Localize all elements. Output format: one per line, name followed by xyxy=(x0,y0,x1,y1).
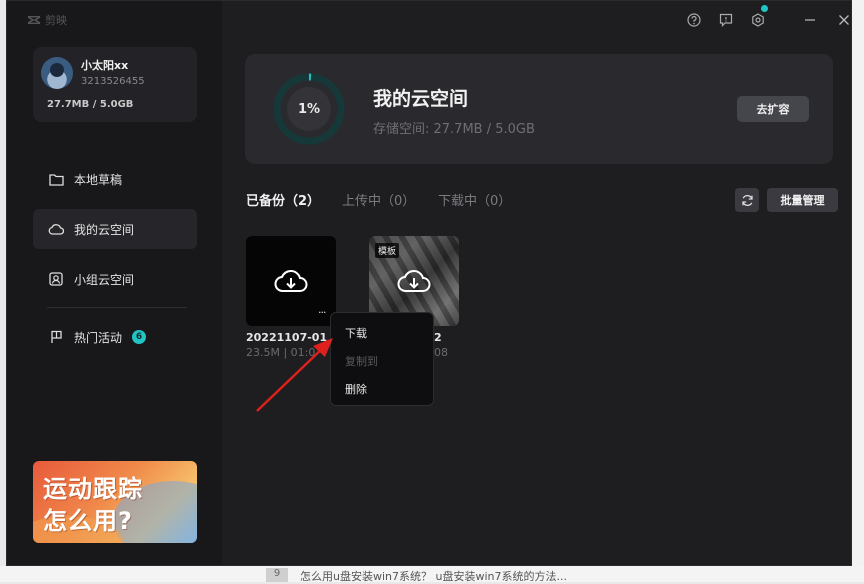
close-icon[interactable] xyxy=(835,11,851,29)
background-page-number: 9 xyxy=(266,568,288,582)
settings-notification-dot xyxy=(761,5,768,12)
more-options-icon[interactable]: ··· xyxy=(318,306,326,319)
file-meta: 23.5M | 01:0 xyxy=(246,346,316,359)
events-count-badge: 6 xyxy=(132,330,147,344)
promo-title-line1: 运动跟踪 xyxy=(43,475,143,503)
capcut-logo-icon xyxy=(27,16,41,24)
cloud-space-card: 1% 我的云空间 存储空间: 27.7MB / 5.0GB 去扩容 xyxy=(245,54,833,164)
nav-divider xyxy=(47,307,187,308)
template-tag: 模板 xyxy=(375,243,400,258)
background-window-strip xyxy=(852,0,864,582)
tab-uploading[interactable]: 上传中（0） xyxy=(342,190,415,209)
file-title: 20221107-01 xyxy=(246,331,328,344)
file-title: 2 xyxy=(434,331,442,344)
flag-icon xyxy=(48,329,64,345)
menu-item-download[interactable]: 下载 xyxy=(345,325,367,341)
app-window: 剪映 小太阳xx 3213526455 27.7MB / 5.0GB 本地草稿 … xyxy=(6,0,852,566)
cloud-icon xyxy=(48,221,64,237)
nav-label: 本地草稿 xyxy=(74,172,123,187)
user-card[interactable]: 小太阳xx 3213526455 27.7MB / 5.0GB xyxy=(33,47,197,122)
expand-storage-button[interactable]: 去扩容 xyxy=(737,96,809,122)
user-storage: 27.7MB / 5.0GB xyxy=(47,99,134,110)
tab-backed-up[interactable]: 已备份（2） xyxy=(246,190,320,209)
space-title: 我的云空间 xyxy=(373,88,469,110)
nav-label: 我的云空间 xyxy=(74,222,135,237)
menu-item-delete[interactable]: 删除 xyxy=(345,381,367,397)
group-icon xyxy=(48,271,64,287)
avatar[interactable] xyxy=(41,57,73,89)
nav-label: 小组云空间 xyxy=(74,272,135,287)
tab-downloading[interactable]: 下载中（0） xyxy=(438,190,511,209)
help-icon[interactable] xyxy=(685,11,703,29)
sidebar: 剪映 小太阳xx 3213526455 27.7MB / 5.0GB 本地草稿 … xyxy=(7,1,222,565)
context-menu: 下载 复制到 删除 xyxy=(330,312,434,406)
folder-icon xyxy=(48,171,64,187)
menu-item-copy-to: 复制到 xyxy=(345,355,378,368)
nav-item-hot-events[interactable]: 热门活动 6 xyxy=(33,317,197,357)
feedback-icon[interactable] xyxy=(717,11,735,29)
settings-icon[interactable] xyxy=(749,11,767,29)
file-meta: 08 xyxy=(434,346,448,359)
refresh-button[interactable] xyxy=(735,188,759,212)
app-logo: 剪映 xyxy=(27,12,67,28)
cloud-download-icon xyxy=(397,270,431,292)
promo-banner[interactable]: 运动跟踪 怎么用? xyxy=(33,461,197,543)
cloud-download-icon xyxy=(274,270,308,292)
space-subtitle: 存储空间: 27.7MB / 5.0GB xyxy=(373,122,535,137)
nav-label: 热门活动 xyxy=(74,330,123,345)
user-id: 3213526455 xyxy=(81,76,145,87)
main-panel: 1% 我的云空间 存储空间: 27.7MB / 5.0GB 去扩容 已备份（2）… xyxy=(222,1,851,565)
nav-item-local-drafts[interactable]: 本地草稿 xyxy=(33,159,197,199)
refresh-icon xyxy=(741,194,753,206)
storage-percent: 1% xyxy=(297,101,321,117)
user-name: 小太阳xx xyxy=(81,59,129,72)
batch-manage-button[interactable]: 批量管理 xyxy=(767,188,838,212)
app-name: 剪映 xyxy=(45,14,67,27)
nav-item-my-cloud[interactable]: 我的云空间 xyxy=(33,209,197,249)
promo-title-line2: 怎么用? xyxy=(43,507,133,535)
file-card-thumbnail[interactable]: ··· xyxy=(246,236,336,326)
minimize-icon[interactable] xyxy=(801,11,819,29)
nav-item-group-cloud[interactable]: 小组云空间 xyxy=(33,259,197,299)
